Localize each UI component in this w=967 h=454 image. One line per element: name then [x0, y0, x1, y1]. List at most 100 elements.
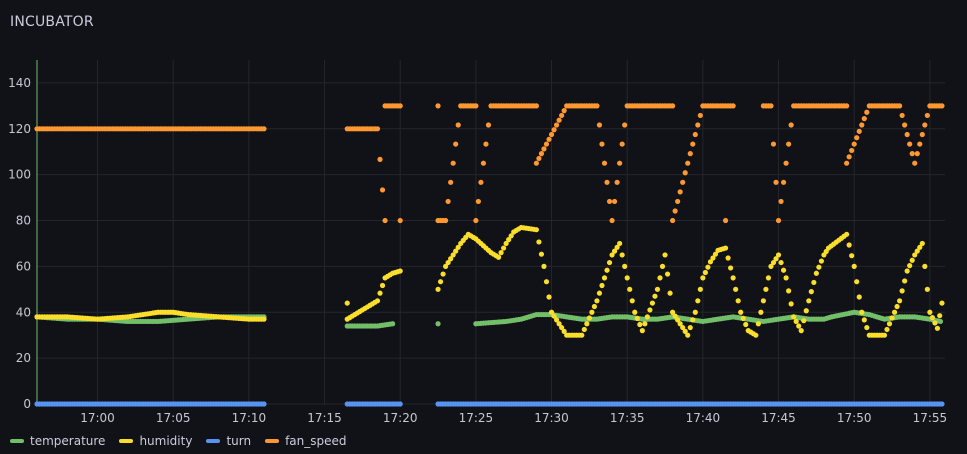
data-point-humidity: [922, 263, 928, 269]
data-point-humidity: [851, 263, 857, 269]
y-tick-label: 60: [16, 259, 31, 273]
y-tick-label: 120: [8, 122, 31, 136]
data-point-humidity: [758, 309, 764, 315]
data-point-humidity: [546, 294, 552, 300]
data-point-fan_speed: [601, 160, 608, 166]
data-point-fan_speed: [936, 103, 943, 109]
data-point-humidity: [501, 245, 507, 251]
legend-item-temperature[interactable]: temperature: [10, 434, 105, 448]
data-point-fan_speed: [604, 179, 610, 185]
data-point-humidity: [907, 263, 913, 269]
data-point-fan_speed: [516, 103, 522, 109]
data-point-humidity: [657, 275, 663, 281]
legend-label: humidity: [139, 434, 193, 448]
data-point-humidity: [614, 244, 620, 250]
data-point-fan_speed: [122, 126, 128, 132]
y-tick-label: 0: [23, 397, 31, 411]
data-point-humidity: [485, 247, 492, 253]
data-point-humidity: [493, 253, 499, 259]
data-point-fan_speed: [395, 103, 401, 109]
data-point-fan_speed: [382, 217, 388, 224]
data-point-humidity: [682, 328, 688, 334]
data-point-humidity: [344, 300, 350, 306]
data-point-temperature: [894, 314, 900, 320]
data-point-humidity: [934, 325, 941, 331]
data-point-temperature: [849, 310, 855, 316]
data-point-fan_speed: [531, 103, 537, 109]
data-point-fan_speed: [445, 198, 451, 205]
data-point-humidity: [798, 328, 804, 334]
data-point-fan_speed: [372, 126, 378, 132]
data-point-humidity: [561, 328, 567, 334]
data-point-temperature: [152, 318, 159, 325]
legend-swatch: [206, 439, 221, 443]
data-point-humidity: [740, 315, 746, 321]
legend-swatch: [10, 439, 24, 443]
data-point-humidity: [803, 308, 809, 314]
data-point-humidity: [62, 314, 68, 320]
data-point-fan_speed: [773, 179, 779, 185]
legend-item-humidity[interactable]: humidity: [119, 434, 192, 448]
data-point-humidity: [712, 251, 719, 257]
data-point-fan_speed: [397, 217, 403, 224]
data-point-fan_speed: [894, 103, 900, 109]
data-point-fan_speed: [533, 160, 540, 166]
data-point-humidity: [879, 332, 885, 338]
data-point-fan_speed: [541, 146, 547, 152]
data-point-fan_speed: [599, 141, 605, 147]
data-point-fan_speed: [258, 126, 265, 132]
data-point-fan_speed: [435, 103, 441, 109]
data-point-fan_speed: [455, 122, 461, 128]
data-point-humidity: [750, 331, 756, 337]
data-point-fan_speed: [780, 179, 787, 185]
data-point-fan_speed: [675, 198, 681, 205]
x-tick-label: 17:15: [307, 411, 342, 425]
data-point-fan_speed: [480, 160, 487, 166]
data-point-fan_speed: [728, 103, 734, 109]
data-point-turn: [697, 401, 703, 407]
data-point-temperature: [909, 314, 915, 320]
data-point-fan_speed: [561, 108, 567, 114]
data-point-fan_speed: [856, 128, 862, 134]
data-point-humidity: [536, 239, 542, 245]
data-point-humidity: [841, 233, 847, 239]
data-point-humidity: [806, 298, 812, 304]
data-point-fan_speed: [788, 122, 794, 128]
data-point-temperature: [728, 314, 734, 320]
data-point-fan_speed: [440, 217, 446, 224]
data-point-humidity: [448, 256, 454, 262]
data-point-turn: [667, 401, 673, 407]
data-point-humidity: [700, 275, 706, 281]
data-point-humidity: [702, 269, 708, 276]
data-point-humidity: [793, 318, 799, 325]
x-tick-label: 17:55: [913, 411, 948, 425]
data-point-humidity: [818, 258, 825, 264]
data-point-humidity: [791, 314, 797, 320]
data-point-humidity: [622, 263, 628, 269]
data-point-humidity: [379, 282, 386, 289]
data-point-temperature: [712, 316, 719, 323]
data-point-fan_speed: [695, 122, 701, 128]
data-point-turn: [818, 401, 825, 407]
data-point-turn: [183, 401, 189, 407]
data-point-turn: [395, 401, 401, 407]
legend-item-fan_speed[interactable]: fan_speed: [265, 434, 347, 448]
data-point-humidity: [122, 314, 128, 320]
x-tick-label: 17:20: [383, 411, 418, 425]
data-point-humidity: [811, 279, 817, 286]
data-point-humidity: [543, 279, 550, 285]
data-point-fan_speed: [450, 160, 456, 166]
legend: temperature humidity turn fan_speed: [10, 434, 347, 448]
data-point-fan_speed: [609, 217, 615, 224]
data-point-humidity: [735, 298, 741, 304]
data-point-humidity: [917, 244, 923, 250]
x-tick-label: 17:05: [156, 411, 191, 425]
data-point-humidity: [738, 309, 744, 315]
data-point-fan_speed: [907, 141, 913, 147]
data-point-fan_speed: [697, 112, 703, 119]
data-point-fan_speed: [448, 179, 454, 185]
legend-item-turn[interactable]: turn: [206, 434, 251, 448]
data-point-fan_speed: [485, 122, 492, 128]
data-point-humidity: [705, 264, 711, 270]
data-point-turn: [455, 401, 461, 407]
